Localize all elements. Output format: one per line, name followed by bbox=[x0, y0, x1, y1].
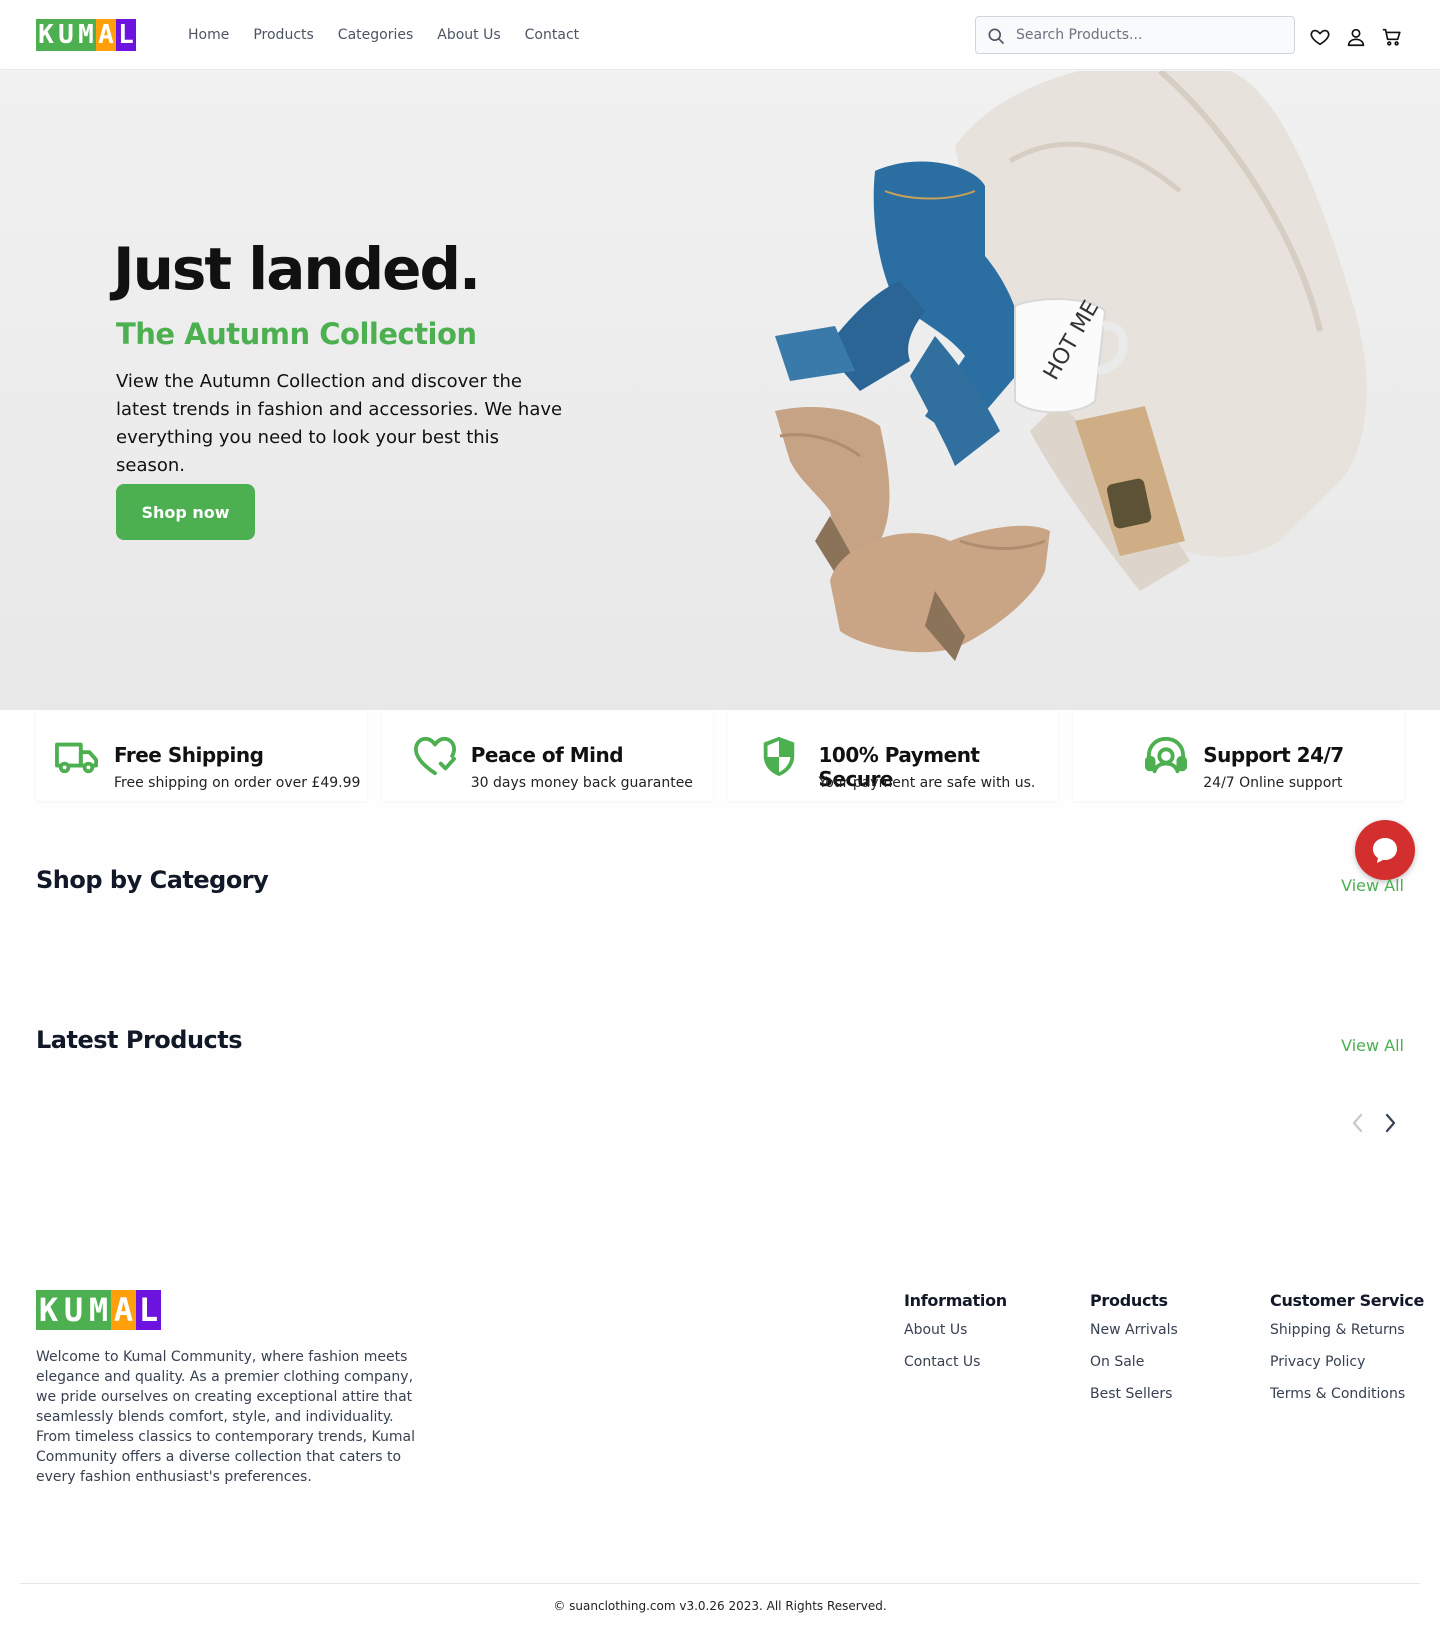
chat-bubble-icon bbox=[1373, 838, 1397, 863]
shield-icon bbox=[763, 736, 794, 777]
logo-letter: M bbox=[86, 1290, 111, 1330]
nav-products[interactable]: Products bbox=[253, 27, 313, 43]
footer-link-terms-conditions[interactable]: Terms & Conditions bbox=[1270, 1386, 1424, 1406]
heart-check-icon bbox=[413, 736, 456, 776]
hero-title: Just landed. bbox=[113, 235, 481, 303]
footer-link-about-us[interactable]: About Us bbox=[904, 1322, 1007, 1342]
footer-link-contact-us[interactable]: Contact Us bbox=[904, 1354, 1007, 1374]
category-view-all-link[interactable]: View All bbox=[1341, 876, 1404, 895]
search-icon[interactable] bbox=[986, 26, 1006, 46]
features-bar: Free Shipping Free shipping on order ove… bbox=[36, 711, 1404, 801]
feature-description: 24/7 Online support bbox=[1203, 775, 1343, 791]
footer-column-title: Information bbox=[904, 1291, 1007, 1310]
cart-icon[interactable] bbox=[1381, 26, 1403, 48]
shop-by-category-title: Shop by Category bbox=[36, 866, 269, 894]
logo-letter: M bbox=[76, 19, 96, 51]
footer-logo[interactable]: K U M A L bbox=[36, 1290, 161, 1330]
footer-link-privacy-policy[interactable]: Privacy Policy bbox=[1270, 1354, 1424, 1374]
nav-contact[interactable]: Contact bbox=[525, 27, 579, 43]
shop-now-button[interactable]: Shop now bbox=[116, 484, 255, 540]
logo-letter: A bbox=[96, 19, 116, 51]
footer-column-title: Customer Service bbox=[1270, 1291, 1424, 1310]
feature-payment-secure: 100% Payment Secure Your payment are saf… bbox=[727, 711, 1059, 801]
chevron-right-icon[interactable] bbox=[1380, 1111, 1400, 1135]
footer-column-customer-service: Customer Service Shipping & Returns Priv… bbox=[1270, 1291, 1424, 1418]
feature-description: 30 days money back guarantee bbox=[470, 775, 693, 791]
logo-letter: U bbox=[61, 1290, 86, 1330]
logo-letter: K bbox=[36, 1290, 61, 1330]
chat-button[interactable] bbox=[1355, 820, 1415, 880]
hero-banner: Just landed. The Autumn Collection View … bbox=[0, 71, 1440, 710]
footer-about-text: Welcome to Kumal Community, where fashio… bbox=[36, 1349, 416, 1485]
footer-column-title: Products bbox=[1090, 1291, 1168, 1310]
search-input[interactable] bbox=[1016, 27, 1286, 43]
latest-products-title: Latest Products bbox=[36, 1026, 243, 1054]
main-nav: Home Products Categories About Us Contac… bbox=[188, 0, 579, 70]
feature-title: Free Shipping bbox=[114, 743, 264, 767]
logo-letter: L bbox=[136, 1290, 161, 1330]
feature-title: Support 24/7 bbox=[1203, 743, 1344, 767]
chevron-left-icon[interactable] bbox=[1348, 1111, 1368, 1135]
logo-letter: A bbox=[111, 1290, 136, 1330]
logo-letter: U bbox=[56, 19, 76, 51]
logo[interactable]: K U M A L bbox=[36, 19, 136, 51]
products-view-all-link[interactable]: View All bbox=[1341, 1036, 1404, 1055]
feature-peace-of-mind: Peace of Mind 30 days money back guarant… bbox=[381, 711, 713, 801]
footer-link-best-sellers[interactable]: Best Sellers bbox=[1090, 1386, 1178, 1406]
search-box bbox=[975, 16, 1295, 54]
nav-categories[interactable]: Categories bbox=[338, 27, 413, 43]
user-icon[interactable] bbox=[1345, 26, 1367, 48]
feature-description: Free shipping on order over £49.99 bbox=[114, 775, 361, 791]
footer-column-information: Information About Us Contact Us bbox=[904, 1291, 1007, 1386]
hero-subtitle: The Autumn Collection bbox=[116, 317, 477, 351]
footer-column-products: Products New Arrivals On Sale Best Selle… bbox=[1090, 1291, 1178, 1418]
nav-about-us[interactable]: About Us bbox=[437, 27, 500, 43]
nav-home[interactable]: Home bbox=[188, 27, 229, 43]
feature-title: Peace of Mind bbox=[470, 743, 624, 767]
heart-icon[interactable] bbox=[1309, 26, 1331, 48]
headset-icon bbox=[1145, 736, 1188, 774]
logo-letter: L bbox=[116, 19, 136, 51]
logo-letter: K bbox=[36, 19, 56, 51]
truck-icon bbox=[55, 742, 98, 774]
footer-divider bbox=[20, 1583, 1420, 1584]
hero-description: View the Autumn Collection and discover … bbox=[116, 371, 563, 476]
site-header: K U M A L Home Products Categories About… bbox=[0, 0, 1440, 70]
footer-link-new-arrivals[interactable]: New Arrivals bbox=[1090, 1322, 1178, 1342]
feature-support: Support 24/7 24/7 Online support bbox=[1073, 711, 1404, 801]
hero-image: HOT ME bbox=[775, 71, 1367, 661]
copyright-text: © suanclothing.com v3.0.26 2023. All Rig… bbox=[553, 1599, 887, 1613]
footer-link-shipping-returns[interactable]: Shipping & Returns bbox=[1270, 1322, 1424, 1342]
feature-description: Your payment are safe with us. bbox=[818, 775, 1036, 791]
feature-free-shipping: Free Shipping Free shipping on order ove… bbox=[36, 711, 367, 801]
footer-link-on-sale[interactable]: On Sale bbox=[1090, 1354, 1178, 1374]
